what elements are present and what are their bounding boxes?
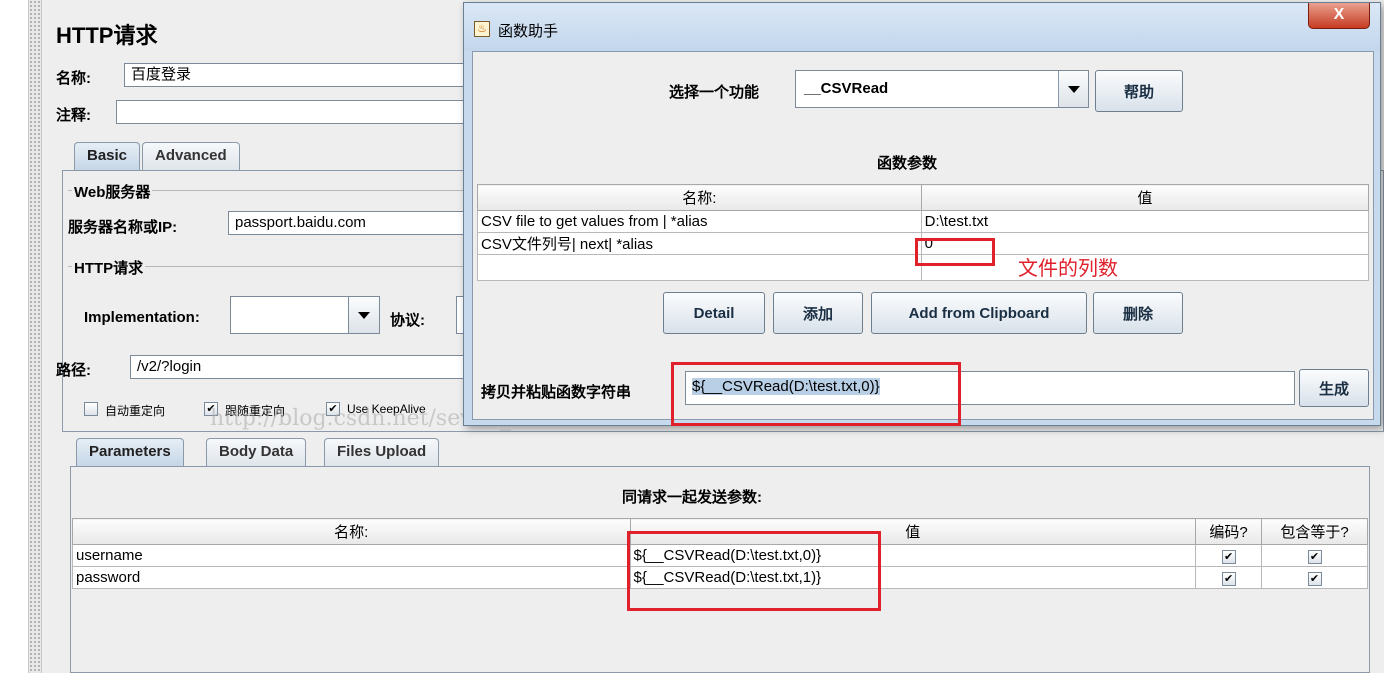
param-value[interactable]: ${__CSVRead(D:\test.txt,1)} xyxy=(629,566,1197,589)
server-label: 服务器名称或IP: xyxy=(68,219,178,236)
comment-field[interactable] xyxy=(116,100,504,124)
name-field[interactable]: 百度登录 xyxy=(124,63,504,87)
param-name[interactable]: username xyxy=(72,544,631,567)
tab-body-data[interactable]: Body Data xyxy=(206,438,307,466)
detail-button[interactable]: Detail xyxy=(663,292,765,334)
follow-redirects-label: 跟随重定向 xyxy=(225,404,286,418)
include-equals-checkbox[interactable]: ✔ xyxy=(1261,544,1368,567)
function-string-field[interactable]: ${__CSVRead(D:\test.txt,0)} xyxy=(685,371,1295,405)
empty-cell xyxy=(920,254,1370,281)
web-server-group-title: Web服务器 xyxy=(72,181,153,202)
parameters-table: 名称: 值 编码? 包含等于? username ${__CSVRead(D:\… xyxy=(72,518,1368,589)
params-title: 同请求一起发送参数: xyxy=(622,489,762,506)
path-label: 路径: xyxy=(56,362,91,379)
column-header-value[interactable]: 值 xyxy=(920,184,1370,211)
column-header-value[interactable]: 值 xyxy=(629,518,1197,545)
function-select[interactable]: __CSVRead xyxy=(795,70,1089,108)
delete-button[interactable]: 删除 xyxy=(1093,292,1183,334)
param-value[interactable]: 0 xyxy=(920,232,1370,255)
http-group-title: HTTP请求 xyxy=(72,257,146,278)
function-params-title: 函数参数 xyxy=(877,155,938,172)
include-equals-checkbox[interactable]: ✔ xyxy=(1261,566,1368,589)
select-function-label: 选择一个功能 xyxy=(669,84,760,101)
comment-label: 注释: xyxy=(56,107,91,124)
tab-basic[interactable]: Basic xyxy=(74,142,141,170)
table-row[interactable]: CSV file to get values from | *alias D:\… xyxy=(477,210,1370,233)
close-button[interactable]: X xyxy=(1308,3,1370,29)
add-button[interactable]: 添加 xyxy=(773,292,863,334)
name-label: 名称: xyxy=(56,70,91,87)
implementation-label: Implementation: xyxy=(84,309,200,326)
path-field[interactable]: /v2/?login xyxy=(130,355,506,379)
table-row[interactable]: CSV文件列号| next| *alias 0 xyxy=(477,232,1370,255)
column-header-include-equals[interactable]: 包含等于? xyxy=(1261,518,1368,545)
table-row[interactable]: password ${__CSVRead(D:\test.txt,1)} ✔ ✔ xyxy=(72,566,1368,589)
param-value[interactable]: D:\test.txt xyxy=(920,210,1370,233)
param-value[interactable]: ${__CSVRead(D:\test.txt,0)} xyxy=(629,544,1197,567)
generate-button[interactable]: 生成 xyxy=(1299,369,1369,407)
page-title: HTTP请求 xyxy=(56,23,158,48)
redirect-auto-checkbox[interactable] xyxy=(84,402,98,416)
function-helper-dialog: ♨ 函数助手 X 选择一个功能 __CSVRead 帮助 函数参数 名称: 值 … xyxy=(463,2,1381,426)
column-header-name[interactable]: 名称: xyxy=(477,184,922,211)
tab-advanced[interactable]: Advanced xyxy=(142,142,240,170)
keepalive-label: Use KeepAlive xyxy=(347,402,426,416)
tab-parameters[interactable]: Parameters xyxy=(76,438,184,466)
param-name[interactable]: CSV file to get values from | *alias xyxy=(477,210,922,233)
table-row[interactable]: username ${__CSVRead(D:\test.txt,0)} ✔ ✔ xyxy=(72,544,1368,567)
add-from-clipboard-button[interactable]: Add from Clipboard xyxy=(871,292,1087,334)
encode-checkbox[interactable]: ✔ xyxy=(1195,566,1263,589)
help-button[interactable]: 帮助 xyxy=(1095,70,1183,112)
tab-files-upload[interactable]: Files Upload xyxy=(324,438,440,466)
chevron-down-icon xyxy=(348,296,380,334)
encode-checkbox[interactable]: ✔ xyxy=(1195,544,1263,567)
column-header-name[interactable]: 名称: xyxy=(72,518,631,545)
java-app-icon: ♨ xyxy=(474,21,490,37)
redirect-auto-label: 自动重定向 xyxy=(105,404,166,418)
dialog-title: 函数助手 xyxy=(498,23,559,40)
function-params-table: 名称: 值 CSV file to get values from | *ali… xyxy=(477,184,1370,281)
dialog-titlebar[interactable]: ♨ 函数助手 X xyxy=(464,3,1380,51)
split-pane-divider[interactable] xyxy=(28,0,42,673)
keepalive-checkbox[interactable]: ✔ xyxy=(326,402,340,416)
empty-cell xyxy=(477,254,922,281)
function-string-text: ${__CSVRead(D:\test.txt,0)} xyxy=(692,378,880,395)
protocol-label: 协议: xyxy=(390,312,425,329)
copy-paste-label: 拷贝并粘贴函数字符串 xyxy=(481,384,632,401)
annotation-text: 文件的列数 xyxy=(1018,258,1118,280)
param-name[interactable]: password xyxy=(72,566,631,589)
implementation-combo-arrow[interactable] xyxy=(348,296,380,334)
function-select-value: __CSVRead xyxy=(804,80,889,97)
dialog-content: 选择一个功能 __CSVRead 帮助 函数参数 名称: 值 CSV file … xyxy=(472,51,1374,426)
table-row xyxy=(477,254,1370,281)
chevron-down-icon xyxy=(1058,71,1088,107)
column-header-encode[interactable]: 编码? xyxy=(1195,518,1263,545)
follow-redirects-checkbox[interactable]: ✔ xyxy=(204,402,218,416)
param-name[interactable]: CSV文件列号| next| *alias xyxy=(477,232,922,255)
